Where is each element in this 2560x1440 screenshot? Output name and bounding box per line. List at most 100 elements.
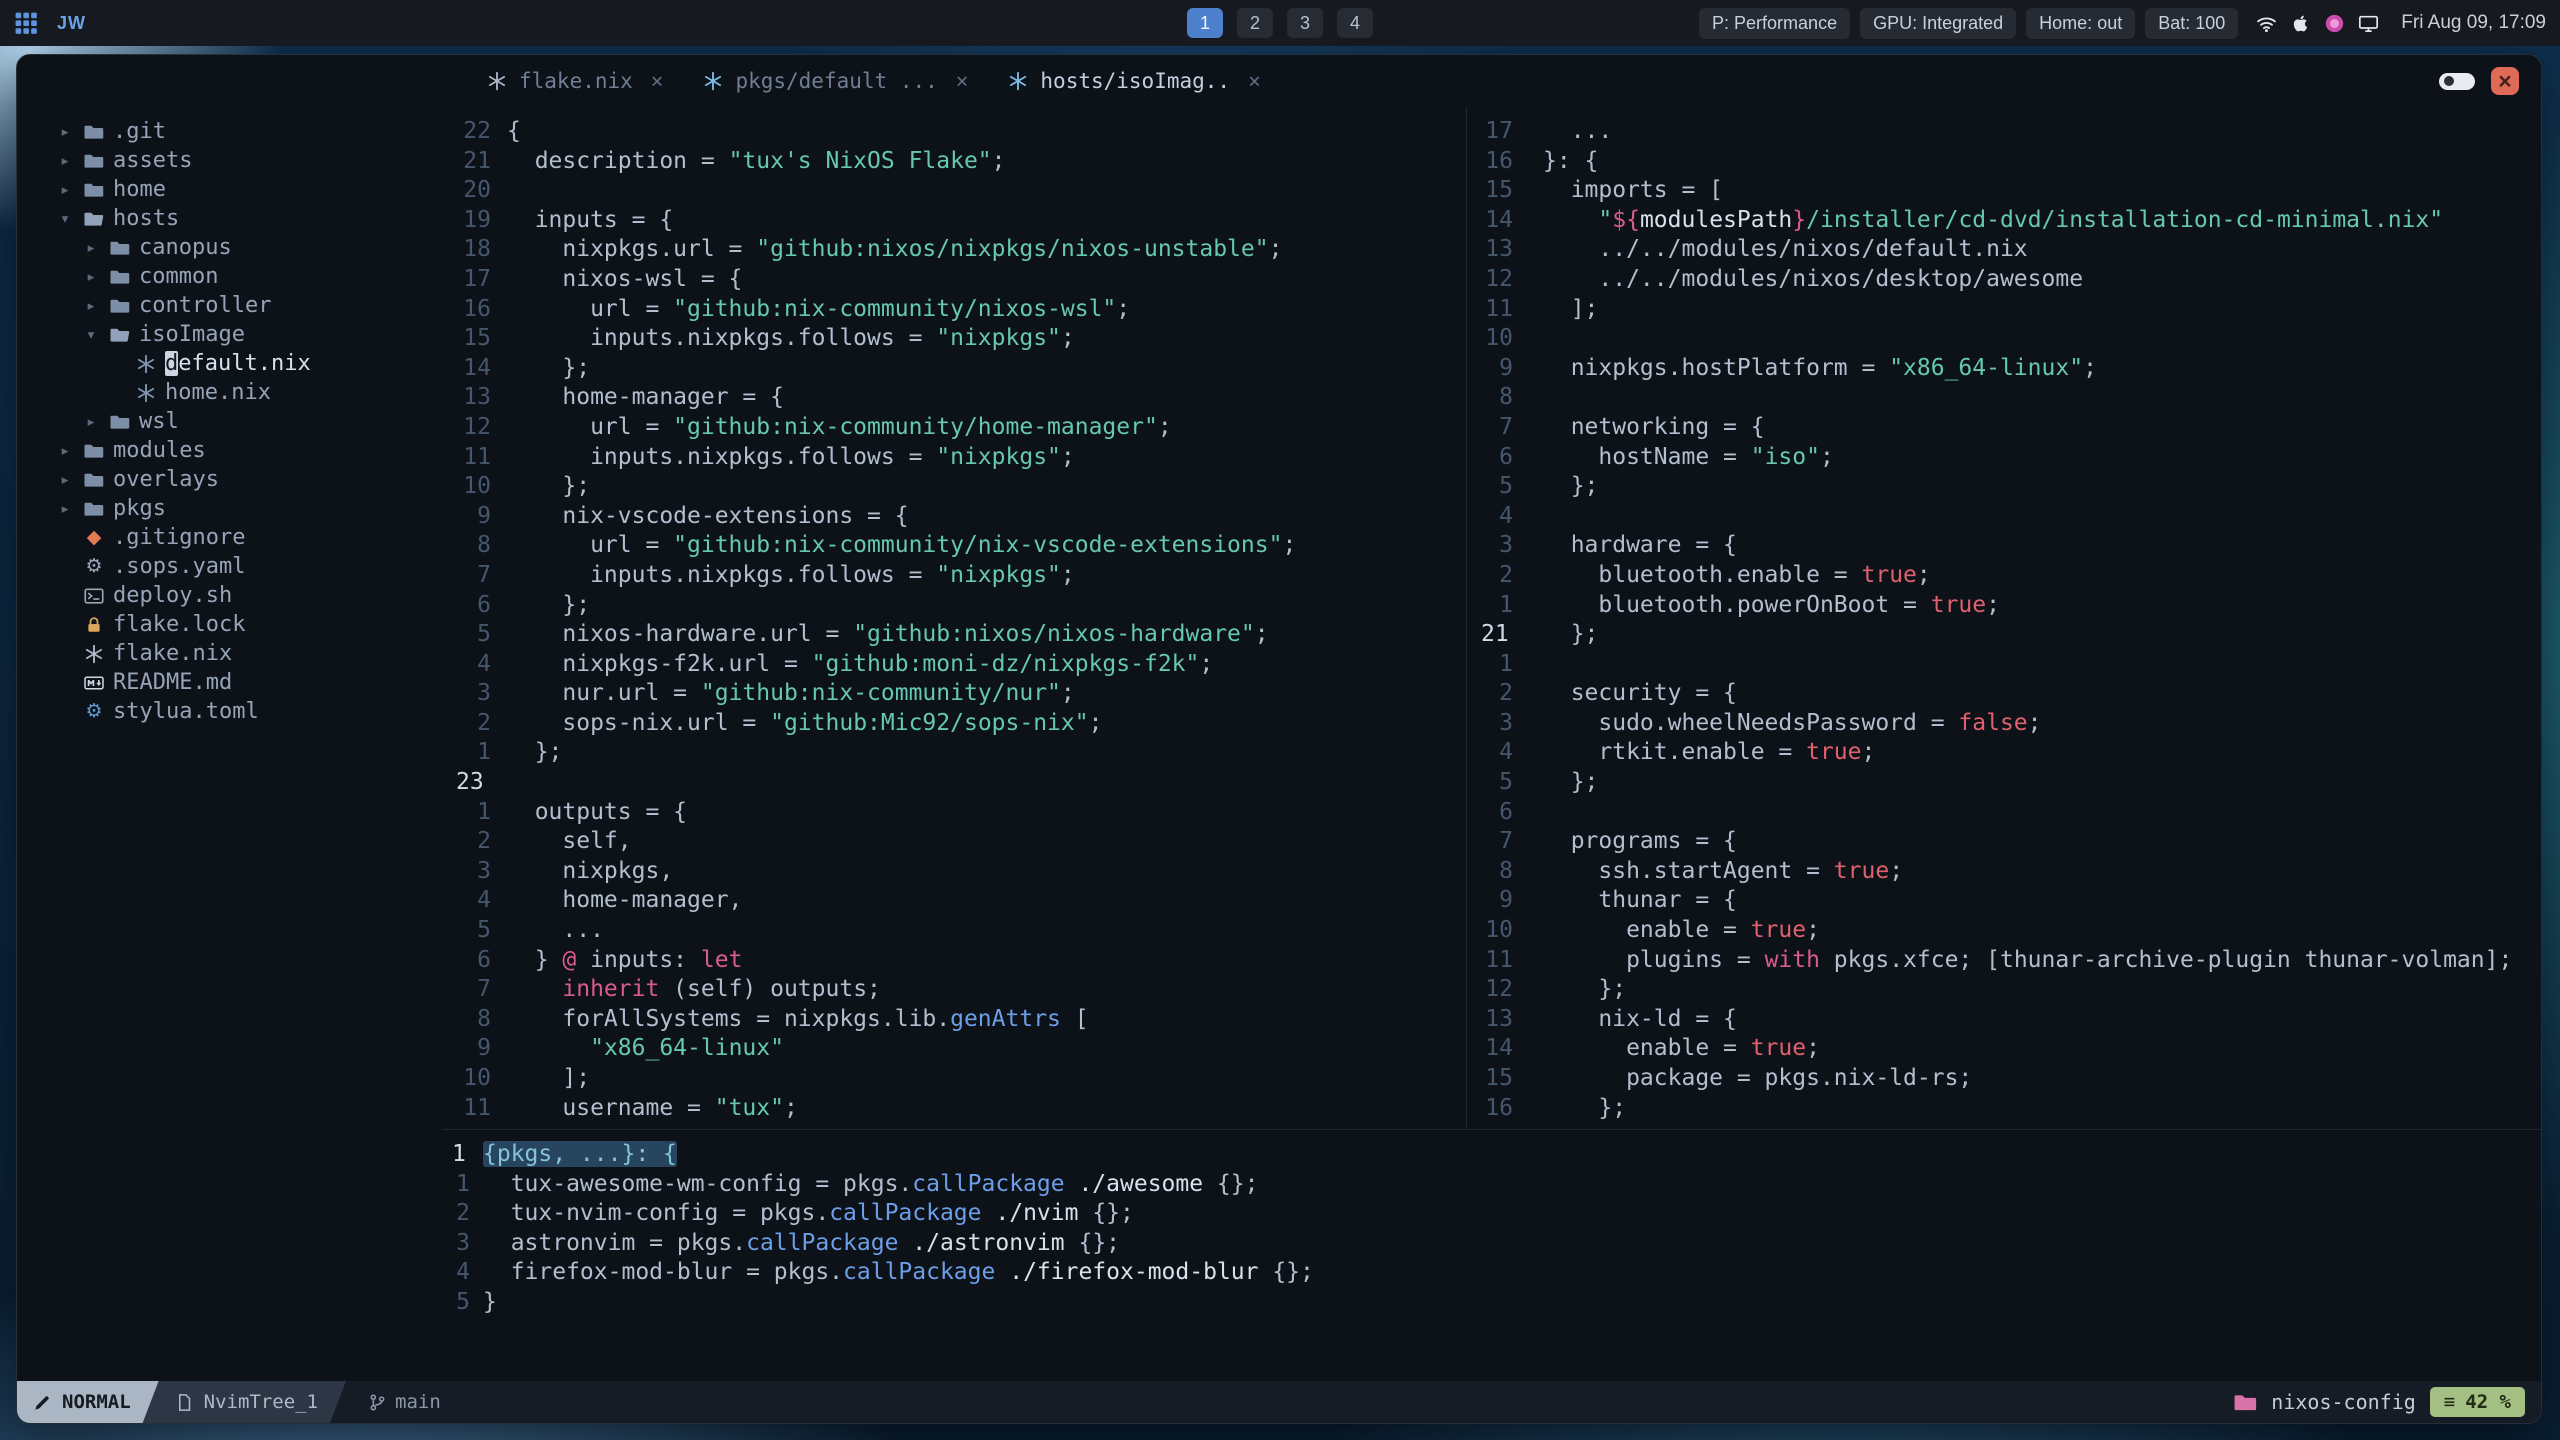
tree-item-hosts[interactable]: ▾ hosts <box>17 204 442 233</box>
code-line[interactable]: 7 networking = { <box>1467 413 2541 443</box>
code-line[interactable]: 17 nixos-wsl = { <box>442 265 1466 295</box>
code-line[interactable]: 1 outputs = { <box>442 798 1466 828</box>
display-icon[interactable] <box>2358 13 2379 34</box>
tree-item-.gitignore[interactable]: ◆ .gitignore <box>17 523 442 552</box>
app-launcher-icon[interactable] <box>14 11 39 36</box>
code-line[interactable]: 18 nixpkgs.url = "github:nixos/nixpkgs/n… <box>442 235 1466 265</box>
editor-pane-isoimage[interactable]: 17 ... 16}: {15 imports = [14 "${modulesP… <box>1467 107 2541 1129</box>
tree-item-default.nix[interactable]: default.nix <box>17 349 442 378</box>
code-line[interactable]: 17 ... <box>1467 117 2541 147</box>
tree-item-stylua.toml[interactable]: ⚙ stylua.toml <box>17 697 442 726</box>
code-line[interactable]: 7 programs = { <box>1467 827 2541 857</box>
chevron-right-icon[interactable]: ▸ <box>81 238 101 258</box>
code-line[interactable]: 4 home-manager, <box>442 886 1466 916</box>
tab-pkgs/default ...[interactable]: pkgs/default ... × <box>683 55 988 107</box>
code-line[interactable]: 3 hardware = { <box>1467 531 2541 561</box>
tab-flake.nix[interactable]: flake.nix × <box>467 55 683 107</box>
code-line[interactable]: 1 <box>1467 650 2541 680</box>
code-line[interactable]: 8 <box>1467 383 2541 413</box>
code-line[interactable]: 20 <box>442 176 1466 206</box>
code-line[interactable]: 9 "x86_64-linux" <box>442 1034 1466 1064</box>
chevron-down-icon[interactable]: ▾ <box>55 209 75 229</box>
code-line[interactable]: 5} <box>442 1288 2541 1318</box>
code-line[interactable]: 8 url = "github:nix-community/nix-vscode… <box>442 531 1466 561</box>
workspace-button-4[interactable]: 4 <box>1337 8 1373 38</box>
editor-pane-flake[interactable]: 22{21 description = "tux's NixOS Flake";… <box>442 107 1467 1129</box>
code-line[interactable]: 13 ../../modules/nixos/default.nix <box>1467 235 2541 265</box>
code-line[interactable]: 16 }; <box>1467 1094 2541 1124</box>
code-line[interactable]: 2 sops-nix.url = "github:Mic92/sops-nix"… <box>442 709 1466 739</box>
code-line[interactable]: 4 nixpkgs-f2k.url = "github:moni-dz/nixp… <box>442 650 1466 680</box>
tree-item-canopus[interactable]: ▸ canopus <box>17 233 442 262</box>
chevron-right-icon[interactable]: ▸ <box>81 267 101 287</box>
code-line[interactable]: 1 tux-awesome-wm-config = pkgs.callPacka… <box>442 1170 2541 1200</box>
tree-item-wsl[interactable]: ▸ wsl <box>17 407 442 436</box>
code-line[interactable]: 6 hostName = "iso"; <box>1467 443 2541 473</box>
tree-item-flake.lock[interactable]: flake.lock <box>17 610 442 639</box>
tree-item-pkgs[interactable]: ▸ pkgs <box>17 494 442 523</box>
code-line[interactable]: 23 <box>442 768 1466 798</box>
tree-item-.sops.yaml[interactable]: ⚙ .sops.yaml <box>17 552 442 581</box>
code-line[interactable]: 9 nix-vscode-extensions = { <box>442 502 1466 532</box>
chevron-right-icon[interactable]: ▸ <box>81 412 101 432</box>
code-line[interactable]: 3 nur.url = "github:nix-community/nur"; <box>442 679 1466 709</box>
tree-item-controller[interactable]: ▸ controller <box>17 291 442 320</box>
code-line[interactable]: 9 nixpkgs.hostPlatform = "x86_64-linux"; <box>1467 354 2541 384</box>
code-line[interactable]: 5 ... <box>442 916 1466 946</box>
code-line[interactable]: 2 self, <box>442 827 1466 857</box>
chevron-right-icon[interactable]: ▸ <box>55 470 75 490</box>
chevron-right-icon[interactable]: ▸ <box>55 499 75 519</box>
tab-close-icon[interactable]: × <box>1248 69 1261 93</box>
chevron-right-icon[interactable]: ▸ <box>55 151 75 171</box>
code-line[interactable]: 21 description = "tux's NixOS Flake"; <box>442 147 1466 177</box>
workspace-button-3[interactable]: 3 <box>1287 8 1323 38</box>
tree-item-home[interactable]: ▸ home <box>17 175 442 204</box>
chevron-right-icon[interactable]: ▸ <box>55 180 75 200</box>
editor-pane-pkgs[interactable]: 1 {pkgs, ...}: {1 tux-awesome-wm-config =… <box>442 1129 2541 1381</box>
code-line[interactable]: 7 inherit (self) outputs; <box>442 975 1466 1005</box>
code-line[interactable]: 12 }; <box>1467 975 2541 1005</box>
code-line[interactable]: 1 bluetooth.powerOnBoot = true; <box>1467 591 2541 621</box>
code-line[interactable]: 1 }; <box>442 738 1466 768</box>
code-line[interactable]: 10 <box>1467 324 2541 354</box>
code-line[interactable]: 4 rtkit.enable = true; <box>1467 738 2541 768</box>
code-line[interactable]: 15 package = pkgs.nix-ld-rs; <box>1467 1064 2541 1094</box>
code-line[interactable]: 10 enable = true; <box>1467 916 2541 946</box>
tree-item-home.nix[interactable]: home.nix <box>17 378 442 407</box>
code-line[interactable]: 16}: { <box>1467 147 2541 177</box>
code-line[interactable]: 21 }; <box>1467 620 2541 650</box>
tree-item-assets[interactable]: ▸ assets <box>17 146 442 175</box>
file-tree[interactable]: ▸ .git ▸ assets ▸ home ▾ hosts ▸ canopus ▸ common ▸ c… <box>17 107 442 1381</box>
chevron-right-icon[interactable]: ▸ <box>81 296 101 316</box>
code-line[interactable]: 2 tux-nvim-config = pkgs.callPackage ./n… <box>442 1199 2541 1229</box>
tab-close-icon[interactable]: × <box>651 69 664 93</box>
apple-icon[interactable] <box>2290 13 2311 34</box>
code-line[interactable]: 3 sudo.wheelNeedsPassword = false; <box>1467 709 2541 739</box>
code-line[interactable]: 10 ]; <box>442 1064 1466 1094</box>
workspace-button-2[interactable]: 2 <box>1237 8 1273 38</box>
tree-item-README.md[interactable]: README.md <box>17 668 442 697</box>
jw-logo[interactable]: JW <box>57 13 86 34</box>
code-line[interactable]: 19 inputs = { <box>442 206 1466 236</box>
code-line[interactable]: 14 }; <box>442 354 1466 384</box>
code-line[interactable]: 1 {pkgs, ...}: { <box>442 1140 2541 1170</box>
code-line[interactable]: 8 ssh.startAgent = true; <box>1467 857 2541 887</box>
tree-item-flake.nix[interactable]: flake.nix <box>17 639 442 668</box>
tree-item-deploy.sh[interactable]: deploy.sh <box>17 581 442 610</box>
code-line[interactable]: 3 astronvim = pkgs.callPackage ./astronv… <box>442 1229 2541 1259</box>
code-line[interactable]: 8 forAllSystems = nixpkgs.lib.genAttrs [ <box>442 1005 1466 1035</box>
code-line[interactable]: 2 security = { <box>1467 679 2541 709</box>
code-line[interactable]: 6 } @ inputs: let <box>442 946 1466 976</box>
chevron-right-icon[interactable]: ▸ <box>55 441 75 461</box>
code-line[interactable]: 11 ]; <box>1467 295 2541 325</box>
code-line[interactable]: 5 }; <box>1467 768 2541 798</box>
code-line[interactable]: 11 inputs.nixpkgs.follows = "nixpkgs"; <box>442 443 1466 473</box>
code-line[interactable]: 11 username = "tux"; <box>442 1094 1466 1124</box>
code-line[interactable]: 10 }; <box>442 472 1466 502</box>
code-line[interactable]: 9 thunar = { <box>1467 886 2541 916</box>
code-line[interactable]: 4 <box>1467 502 2541 532</box>
color-picker-icon[interactable] <box>2324 13 2345 34</box>
code-line[interactable]: 12 ../../modules/nixos/desktop/awesome <box>1467 265 2541 295</box>
tree-item-common[interactable]: ▸ common <box>17 262 442 291</box>
code-line[interactable]: 3 nixpkgs, <box>442 857 1466 887</box>
